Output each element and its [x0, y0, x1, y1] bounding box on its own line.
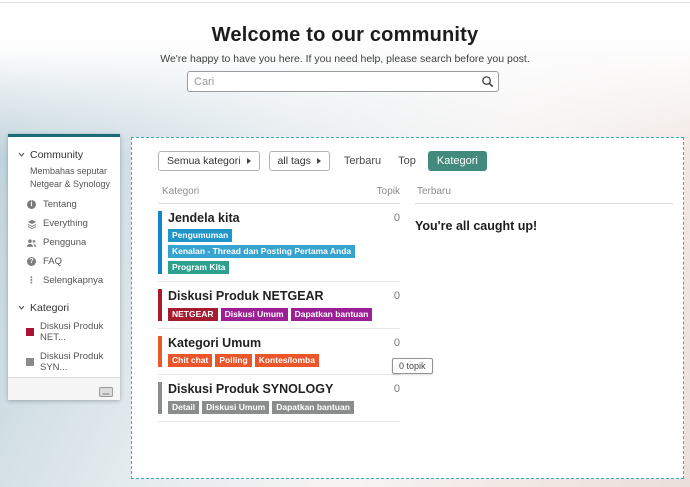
- page-subtitle: We're happy to have you here. If you nee…: [0, 53, 690, 65]
- caret-right-icon: [247, 158, 251, 164]
- users-icon: [26, 238, 37, 248]
- sidebar-item-label: Pengguna: [43, 237, 86, 248]
- sidebar-category-diskusi-produk-syn[interactable]: Diskusi Produk SYN...: [26, 347, 114, 377]
- topic-count-tooltip: 0 topik: [392, 358, 433, 374]
- sidebar-item-label: Selengkapnya: [43, 275, 103, 286]
- tag-dapatkan-bantuan[interactable]: Dapatkan bantuan: [272, 401, 354, 414]
- sidebar-item-label: Tentang: [43, 199, 77, 210]
- search-input[interactable]: [188, 76, 476, 88]
- tag-kenalan-thread-dan-posting-pertama-anda[interactable]: Kenalan - Thread dan Posting Pertama And…: [168, 245, 355, 258]
- category-title-link[interactable]: Diskusi Produk NETGEAR: [168, 289, 378, 303]
- category-color-swatch: [26, 328, 34, 336]
- category-row-body: Diskusi Produk SYNOLOGY DetailDiskusi Umu…: [162, 382, 378, 413]
- search-icon[interactable]: [476, 75, 498, 88]
- sidebar-item-label: Everything: [43, 218, 88, 229]
- category-color-swatch: [26, 358, 34, 366]
- community-homepage: { "header": { "title": "Welcome to our c…: [0, 0, 690, 487]
- topic-count: 0: [378, 382, 400, 413]
- keyboard-shortcuts-icon[interactable]: [99, 384, 113, 402]
- tag-kontes-lomba[interactable]: Kontes/lomba: [255, 354, 319, 367]
- layers-icon: [26, 219, 37, 229]
- chevron-down-icon: [18, 149, 25, 161]
- filter-bar: Semua kategori all tags Terbaru Top Katego…: [158, 151, 487, 171]
- sidebar-item-pengguna[interactable]: Pengguna: [26, 233, 114, 252]
- page-title: Welcome to our community: [0, 24, 690, 47]
- sidebar-item-selengkapnya[interactable]: ⋮ Selengkapnya: [26, 271, 114, 290]
- tag-netgear[interactable]: NETGEAR: [168, 308, 218, 321]
- caught-up-message: You're all caught up!: [415, 219, 673, 233]
- sidebar-section-community[interactable]: Community: [16, 145, 114, 164]
- categories-section-label: Kategori: [30, 302, 69, 314]
- category-menu: Diskusi Produk NET... Diskusi Produk SYN.…: [16, 317, 114, 377]
- category-rows: Jendela kita Pengumuman Kenalan - Thread d…: [158, 204, 400, 422]
- nav-tab-top[interactable]: Top: [393, 152, 421, 170]
- category-row-body: Jendela kita Pengumuman Kenalan - Thread d…: [162, 211, 378, 274]
- main-content-panel: Semua kategori all tags Terbaru Top Katego…: [131, 137, 684, 479]
- sidebar-footer: [8, 377, 120, 400]
- nav-tab-kategori[interactable]: Kategori: [428, 151, 487, 171]
- latest-column-header: Terbaru: [415, 182, 673, 204]
- tags-filter-dropdown[interactable]: all tags: [269, 151, 330, 171]
- tag-pengumuman[interactable]: Pengumuman: [168, 229, 232, 242]
- community-description: Membahas seputar Netgear & Synology: [30, 165, 114, 190]
- tag-polling[interactable]: Polling: [215, 354, 251, 367]
- sidebar-item-faq[interactable]: ? FAQ: [26, 252, 114, 271]
- nav-tab-terbaru[interactable]: Terbaru: [339, 152, 386, 170]
- sidebar-item-label: Diskusi Produk SYN...: [40, 351, 114, 373]
- community-section-label: Community: [30, 149, 83, 161]
- category-title-link[interactable]: Kategori Umum: [168, 336, 378, 350]
- category-row-jendela-kita: Jendela kita Pengumuman Kenalan - Thread d…: [158, 204, 400, 282]
- topic-count: 0: [378, 211, 400, 274]
- table-header: Kategori Topik: [158, 182, 400, 204]
- category-filter-label: Semua kategori: [167, 155, 241, 167]
- tag-program-kita[interactable]: Program Kita: [168, 261, 229, 274]
- sidebar-body: Community Membahas seputar Netgear & Syn…: [8, 137, 120, 377]
- sidebar-item-label: Diskusi Produk NET...: [40, 321, 114, 343]
- list-nav: Terbaru Top Kategori: [339, 151, 487, 171]
- sidebar: Community Membahas seputar Netgear & Syn…: [8, 134, 120, 400]
- welcome-banner: Welcome to our community We're happy to …: [0, 24, 690, 65]
- caret-right-icon: [317, 158, 321, 164]
- category-row-diskusi-produk-netgear: Diskusi Produk NETGEAR NETGEARDiskusi Umu…: [158, 282, 400, 328]
- sidebar-item-tentang[interactable]: i Tentang: [26, 195, 114, 214]
- category-tags: NETGEARDiskusi UmumDapatkan bantuan: [168, 308, 378, 321]
- category-tags: Pengumuman Kenalan - Thread dan Posting P…: [168, 229, 378, 274]
- question-icon: ?: [26, 257, 37, 266]
- category-row-body: Diskusi Produk NETGEAR NETGEARDiskusi Umu…: [162, 289, 378, 320]
- category-row-body: Kategori Umum Chit chatPolling Kontes/lomb…: [162, 336, 378, 367]
- tags-filter-label: all tags: [278, 155, 311, 167]
- category-filter-dropdown[interactable]: Semua kategori: [158, 151, 260, 171]
- category-row-diskusi-produk-synology: Diskusi Produk SYNOLOGY DetailDiskusi Umu…: [158, 375, 400, 421]
- tag-chit-chat[interactable]: Chit chat: [168, 354, 212, 367]
- category-title-link[interactable]: Jendela kita: [168, 211, 378, 225]
- search-bar[interactable]: [187, 71, 499, 92]
- category-tags: Chit chatPolling Kontes/lomba: [168, 354, 378, 367]
- chevron-down-icon: [18, 302, 25, 314]
- tag-detail[interactable]: Detail: [168, 401, 199, 414]
- tag-diskusi-umum[interactable]: Diskusi Umum: [221, 308, 288, 321]
- category-row-kategori-umum: Kategori Umum Chit chatPolling Kontes/lomb…: [158, 329, 400, 375]
- category-tags: DetailDiskusi UmumDapatkan bantuan: [168, 401, 378, 414]
- info-icon: i: [26, 200, 37, 209]
- column-header-kategori: Kategori: [162, 186, 199, 197]
- ellipsis-icon: ⋮: [26, 275, 37, 286]
- column-header-topik: Topik: [377, 186, 400, 197]
- sidebar-item-label: FAQ: [43, 256, 62, 267]
- sidebar-category-diskusi-produk-net[interactable]: Diskusi Produk NET...: [26, 317, 114, 347]
- tag-dapatkan-bantuan[interactable]: Dapatkan bantuan: [291, 308, 373, 321]
- sidebar-section-kategori[interactable]: Kategori: [16, 298, 114, 317]
- category-title-link[interactable]: Diskusi Produk SYNOLOGY: [168, 382, 378, 396]
- latest-topics-column: Terbaru You're all caught up!: [415, 182, 673, 233]
- community-menu: i Tentang Everything Pengguna? FAQ ⋮ Selengkap…: [16, 195, 114, 290]
- top-divider: [0, 2, 690, 3]
- topic-count: 0: [378, 289, 400, 320]
- categories-table: Kategori Topik Jendela kita Pengumuman Ken…: [158, 182, 400, 422]
- tag-diskusi-umum[interactable]: Diskusi Umum: [202, 401, 269, 414]
- sidebar-item-everything[interactable]: Everything: [26, 214, 114, 233]
